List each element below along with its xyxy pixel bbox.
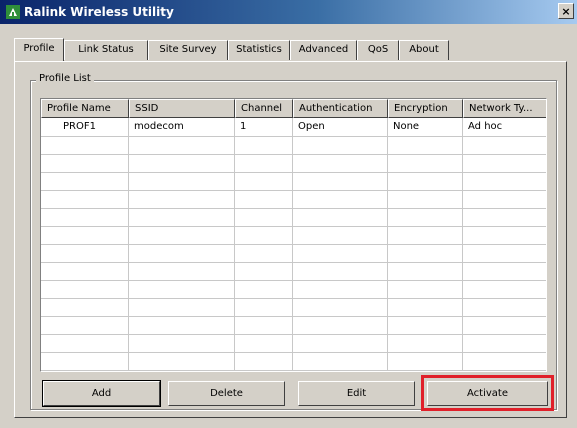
tab-advanced[interactable]: Advanced	[290, 40, 357, 60]
column-header-network-type[interactable]: Network Ty...	[463, 99, 546, 118]
column-header-encryption[interactable]: Encryption	[388, 99, 463, 118]
grid-line	[41, 208, 546, 209]
grid-line	[41, 334, 546, 335]
grid-line	[41, 280, 546, 281]
grid-line	[41, 262, 546, 263]
tab-qos[interactable]: QoS	[357, 40, 399, 60]
cell-encryption: None	[393, 121, 420, 132]
cell-channel: 1	[240, 121, 247, 132]
profile-list-view[interactable]: Profile Name SSID Channel Authentication…	[40, 98, 547, 372]
column-header-authentication[interactable]: Authentication	[293, 99, 388, 118]
close-button[interactable]: ×	[558, 3, 574, 19]
grid-line	[41, 190, 546, 191]
grid-line	[41, 298, 546, 299]
grid-line	[41, 154, 546, 155]
cell-profile-name: PROF1	[63, 121, 96, 132]
cell-network-type: Ad hoc	[468, 121, 503, 132]
tab-statistics[interactable]: Statistics	[228, 40, 290, 60]
add-button[interactable]: Add	[42, 380, 161, 407]
tab-site-survey[interactable]: Site Survey	[148, 40, 228, 60]
delete-button[interactable]: Delete	[168, 381, 285, 406]
grid-line	[41, 172, 546, 173]
cell-ssid: modecom	[134, 121, 184, 132]
title-bar[interactable]: Ralink Wireless Utility ×	[0, 0, 577, 24]
edit-button[interactable]: Edit	[298, 381, 415, 406]
grid-line	[41, 370, 546, 371]
column-header-ssid[interactable]: SSID	[129, 99, 235, 118]
list-body: PROF1 modecom 1 Open None Ad hoc	[41, 118, 546, 371]
grid-line	[41, 244, 546, 245]
grid-line	[41, 316, 546, 317]
list-header: Profile Name SSID Channel Authentication…	[41, 99, 546, 118]
profile-list-label: Profile List	[36, 73, 94, 84]
window-title: Ralink Wireless Utility	[24, 5, 174, 19]
grid-line	[41, 136, 546, 137]
tab-about[interactable]: About	[399, 40, 449, 60]
grid-line	[41, 352, 546, 353]
ralink-app-icon	[6, 5, 20, 19]
tab-link-status[interactable]: Link Status	[64, 40, 148, 60]
column-header-channel[interactable]: Channel	[235, 99, 293, 118]
tab-profile[interactable]: Profile	[14, 38, 64, 61]
grid-line	[41, 226, 546, 227]
column-header-profile-name[interactable]: Profile Name	[41, 99, 129, 118]
activate-button[interactable]: Activate	[427, 381, 548, 406]
cell-authentication: Open	[298, 121, 325, 132]
